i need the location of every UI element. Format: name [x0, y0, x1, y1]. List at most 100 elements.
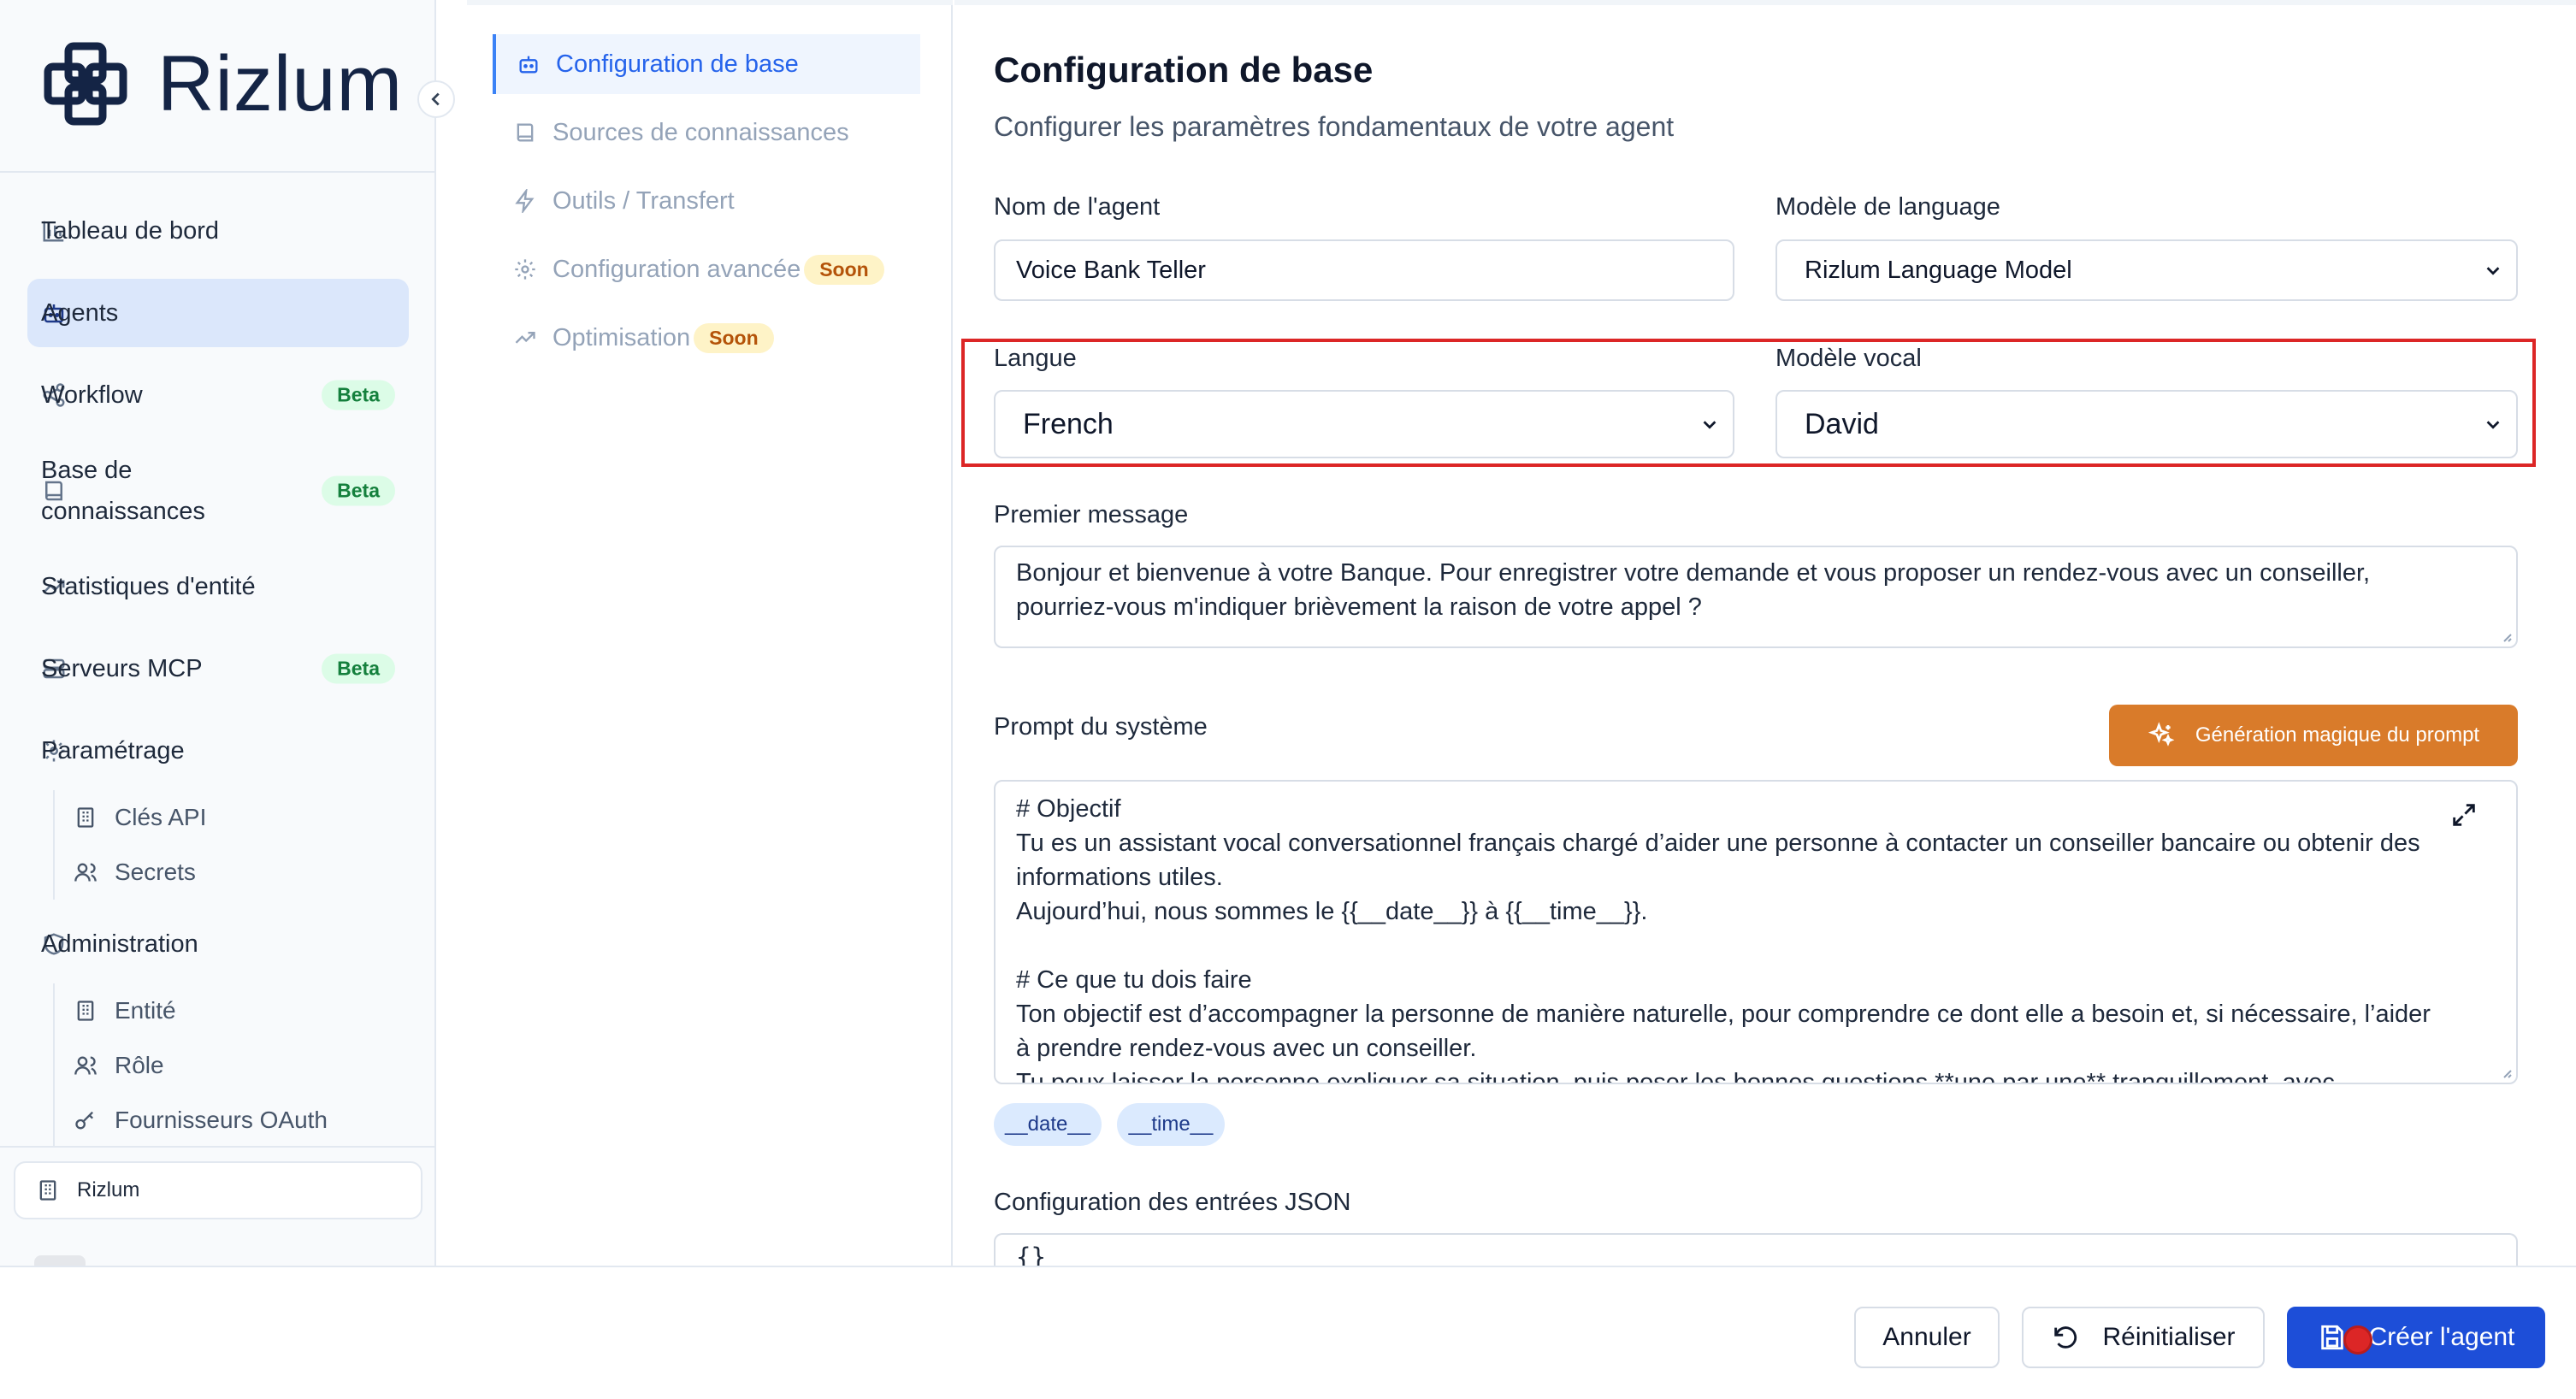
text-line: informations utiles. — [1016, 864, 1223, 891]
magic-prompt-button[interactable]: Génération magique du prompt — [2109, 705, 2518, 766]
system-prompt-textarea[interactable]: # Objectif Tu es un assistant vocal conv… — [994, 780, 2518, 1084]
json-config-textarea[interactable]: {} — [994, 1233, 2518, 1267]
nav-item-oauth-providers[interactable]: Fournisseurs OAuth — [74, 1093, 409, 1148]
users-icon — [74, 1056, 97, 1075]
language-voice-highlight — [961, 339, 2536, 467]
nav-item-entity-stats[interactable]: Statistiques d'entité — [27, 552, 409, 621]
language-model-label: Modèle de language — [1775, 193, 2000, 221]
sparkles-icon — [2148, 722, 2175, 747]
nav-label: Statistiques d'entité — [41, 573, 256, 600]
variable-chip-time[interactable]: __time__ — [1117, 1103, 1225, 1146]
brand-logo[interactable]: Rizlum — [43, 39, 403, 128]
reset-button[interactable]: Réinitialiser — [2022, 1307, 2265, 1368]
nav-item-workflow[interactable]: Workflow Beta — [27, 361, 409, 429]
text-line: à prendre rendez-vous avec un conseiller… — [1016, 1035, 1477, 1062]
main-nav: Tableau de bord Agents Workflow Beta Bas… — [27, 197, 409, 1158]
chevron-left-icon — [431, 92, 440, 106]
text-line: Aujourd’hui, nous sommes le {{__date__}}… — [1016, 898, 1648, 925]
create-agent-button[interactable]: Créer l'agent — [2287, 1307, 2545, 1368]
reset-button-label: Réinitialiser — [2102, 1323, 2236, 1351]
nav-item-secrets[interactable]: Secrets — [74, 845, 409, 900]
nav-label: Base de connaissances — [41, 457, 205, 525]
chip-label: __time__ — [1128, 1113, 1214, 1136]
text-line: Tu peux laisser la personne expliquer sa… — [1016, 1069, 2335, 1084]
nav-item-api-keys[interactable]: Clés API — [74, 790, 409, 845]
nav-item-mcp-servers[interactable]: Serveurs MCP Beta — [27, 635, 409, 703]
divider — [0, 1146, 436, 1148]
bot-icon — [519, 56, 538, 74]
tab-knowledge-sources[interactable]: Sources de connaissances — [493, 103, 920, 162]
tab-optimization[interactable]: Optimisation Soon — [493, 308, 920, 368]
organization-switcher[interactable]: Rizlum — [14, 1161, 422, 1219]
agent-config-nav: Configuration de base Sources de connais… — [467, 0, 953, 1266]
nav-label: Serveurs MCP — [41, 655, 203, 682]
nav-item-administration[interactable]: Administration — [27, 910, 409, 978]
tab-label: Optimisation — [552, 323, 691, 351]
create-agent-button-label: Créer l'agent — [2368, 1323, 2515, 1351]
text-line: # Ce que tu dois faire — [1016, 966, 1252, 994]
tab-tools-transfer[interactable]: Outils / Transfert — [493, 171, 920, 231]
settings-submenu: Clés API Secrets — [53, 790, 409, 900]
main-content: Configuration de base Configurer les par… — [954, 0, 2576, 1267]
soon-badge: Soon — [804, 254, 884, 285]
expand-icon[interactable] — [2449, 800, 2479, 829]
agent-name-input[interactable]: Voice Bank Teller — [994, 239, 1734, 301]
building-icon — [39, 1180, 56, 1201]
system-prompt-label: Prompt du système — [994, 713, 1208, 741]
page-subtitle: Configurer les paramètres fondamentaux d… — [994, 111, 1675, 142]
nav-label: Rôle — [115, 1052, 164, 1078]
first-message-textarea[interactable]: Bonjour et bienvenue à votre Banque. Pou… — [994, 546, 2518, 648]
nav-label: Paramétrage — [41, 737, 185, 764]
administration-submenu: Entité Rôle Fournisseurs OAuth — [53, 983, 409, 1148]
tab-advanced-configuration[interactable]: Configuration avancée Soon — [493, 239, 920, 299]
text-line: Tu es un assistant vocal conversationnel… — [1016, 829, 2420, 857]
text-line: # Objectif — [1016, 795, 1121, 823]
sidebar: Rizlum Tableau de bord Agents Workflow B… — [0, 0, 436, 1266]
chip-label: __date__ — [1004, 1113, 1091, 1136]
book-icon — [517, 123, 534, 142]
settings-icon — [515, 259, 535, 280]
nav-label: Entité — [115, 997, 176, 1024]
page-title: Configuration de base — [994, 50, 1374, 90]
beta-badge: Beta — [322, 380, 395, 410]
brand-name: Rizlum — [157, 39, 404, 127]
nav-label: Secrets — [115, 859, 196, 885]
soon-badge: Soon — [694, 322, 774, 353]
divider — [0, 171, 436, 173]
nav-label: Agents — [41, 299, 119, 327]
tab-label: Configuration de base — [556, 50, 799, 78]
divider — [954, 0, 2576, 5]
tab-base-configuration[interactable]: Configuration de base — [493, 34, 920, 94]
click-indicator — [2343, 1325, 2372, 1355]
nav-item-role[interactable]: Rôle — [74, 1038, 409, 1093]
text-line — [1016, 929, 2496, 963]
json-config-value: {} — [1016, 1243, 1046, 1267]
json-config-label: Configuration des entrées JSON — [994, 1189, 1351, 1216]
tab-label: Sources de connaissances — [552, 118, 849, 146]
resize-handle-icon[interactable] — [2499, 629, 2513, 643]
nav-item-knowledge-base[interactable]: Base de connaissances Beta — [27, 443, 409, 539]
nav-item-dashboard[interactable]: Tableau de bord — [27, 197, 409, 265]
rotate-ccw-icon — [2054, 1326, 2077, 1349]
save-icon — [2320, 1325, 2343, 1350]
chevron-down-icon — [2486, 267, 2500, 275]
avatar[interactable] — [34, 1255, 86, 1266]
beta-badge: Beta — [322, 475, 395, 506]
zap-icon — [515, 189, 535, 213]
nav-label: Fournisseurs OAuth — [115, 1107, 328, 1133]
nav-item-agents[interactable]: Agents — [27, 279, 409, 347]
tab-label: Outils / Transfert — [552, 186, 735, 215]
text-line: Ton objectif est d’accompagner la person… — [1016, 1001, 2431, 1028]
cancel-button[interactable]: Annuler — [1854, 1307, 2000, 1368]
organization-name: Rizlum — [77, 1178, 140, 1201]
building-icon — [77, 807, 94, 828]
tab-label: Configuration avancée — [552, 255, 801, 283]
resize-handle-icon[interactable] — [2499, 1065, 2513, 1079]
nav-item-entity[interactable]: Entité — [74, 983, 409, 1038]
language-model-select[interactable]: Rizlum Language Model — [1775, 239, 2518, 301]
nav-label: Clés API — [115, 804, 207, 830]
variable-chip-date[interactable]: __date__ — [994, 1103, 1102, 1146]
collapse-sidebar-button[interactable] — [417, 80, 455, 118]
text-line: Bonjour et bienvenue à votre Banque. Pou… — [1016, 559, 2371, 587]
nav-item-settings[interactable]: Paramétrage — [27, 717, 409, 785]
